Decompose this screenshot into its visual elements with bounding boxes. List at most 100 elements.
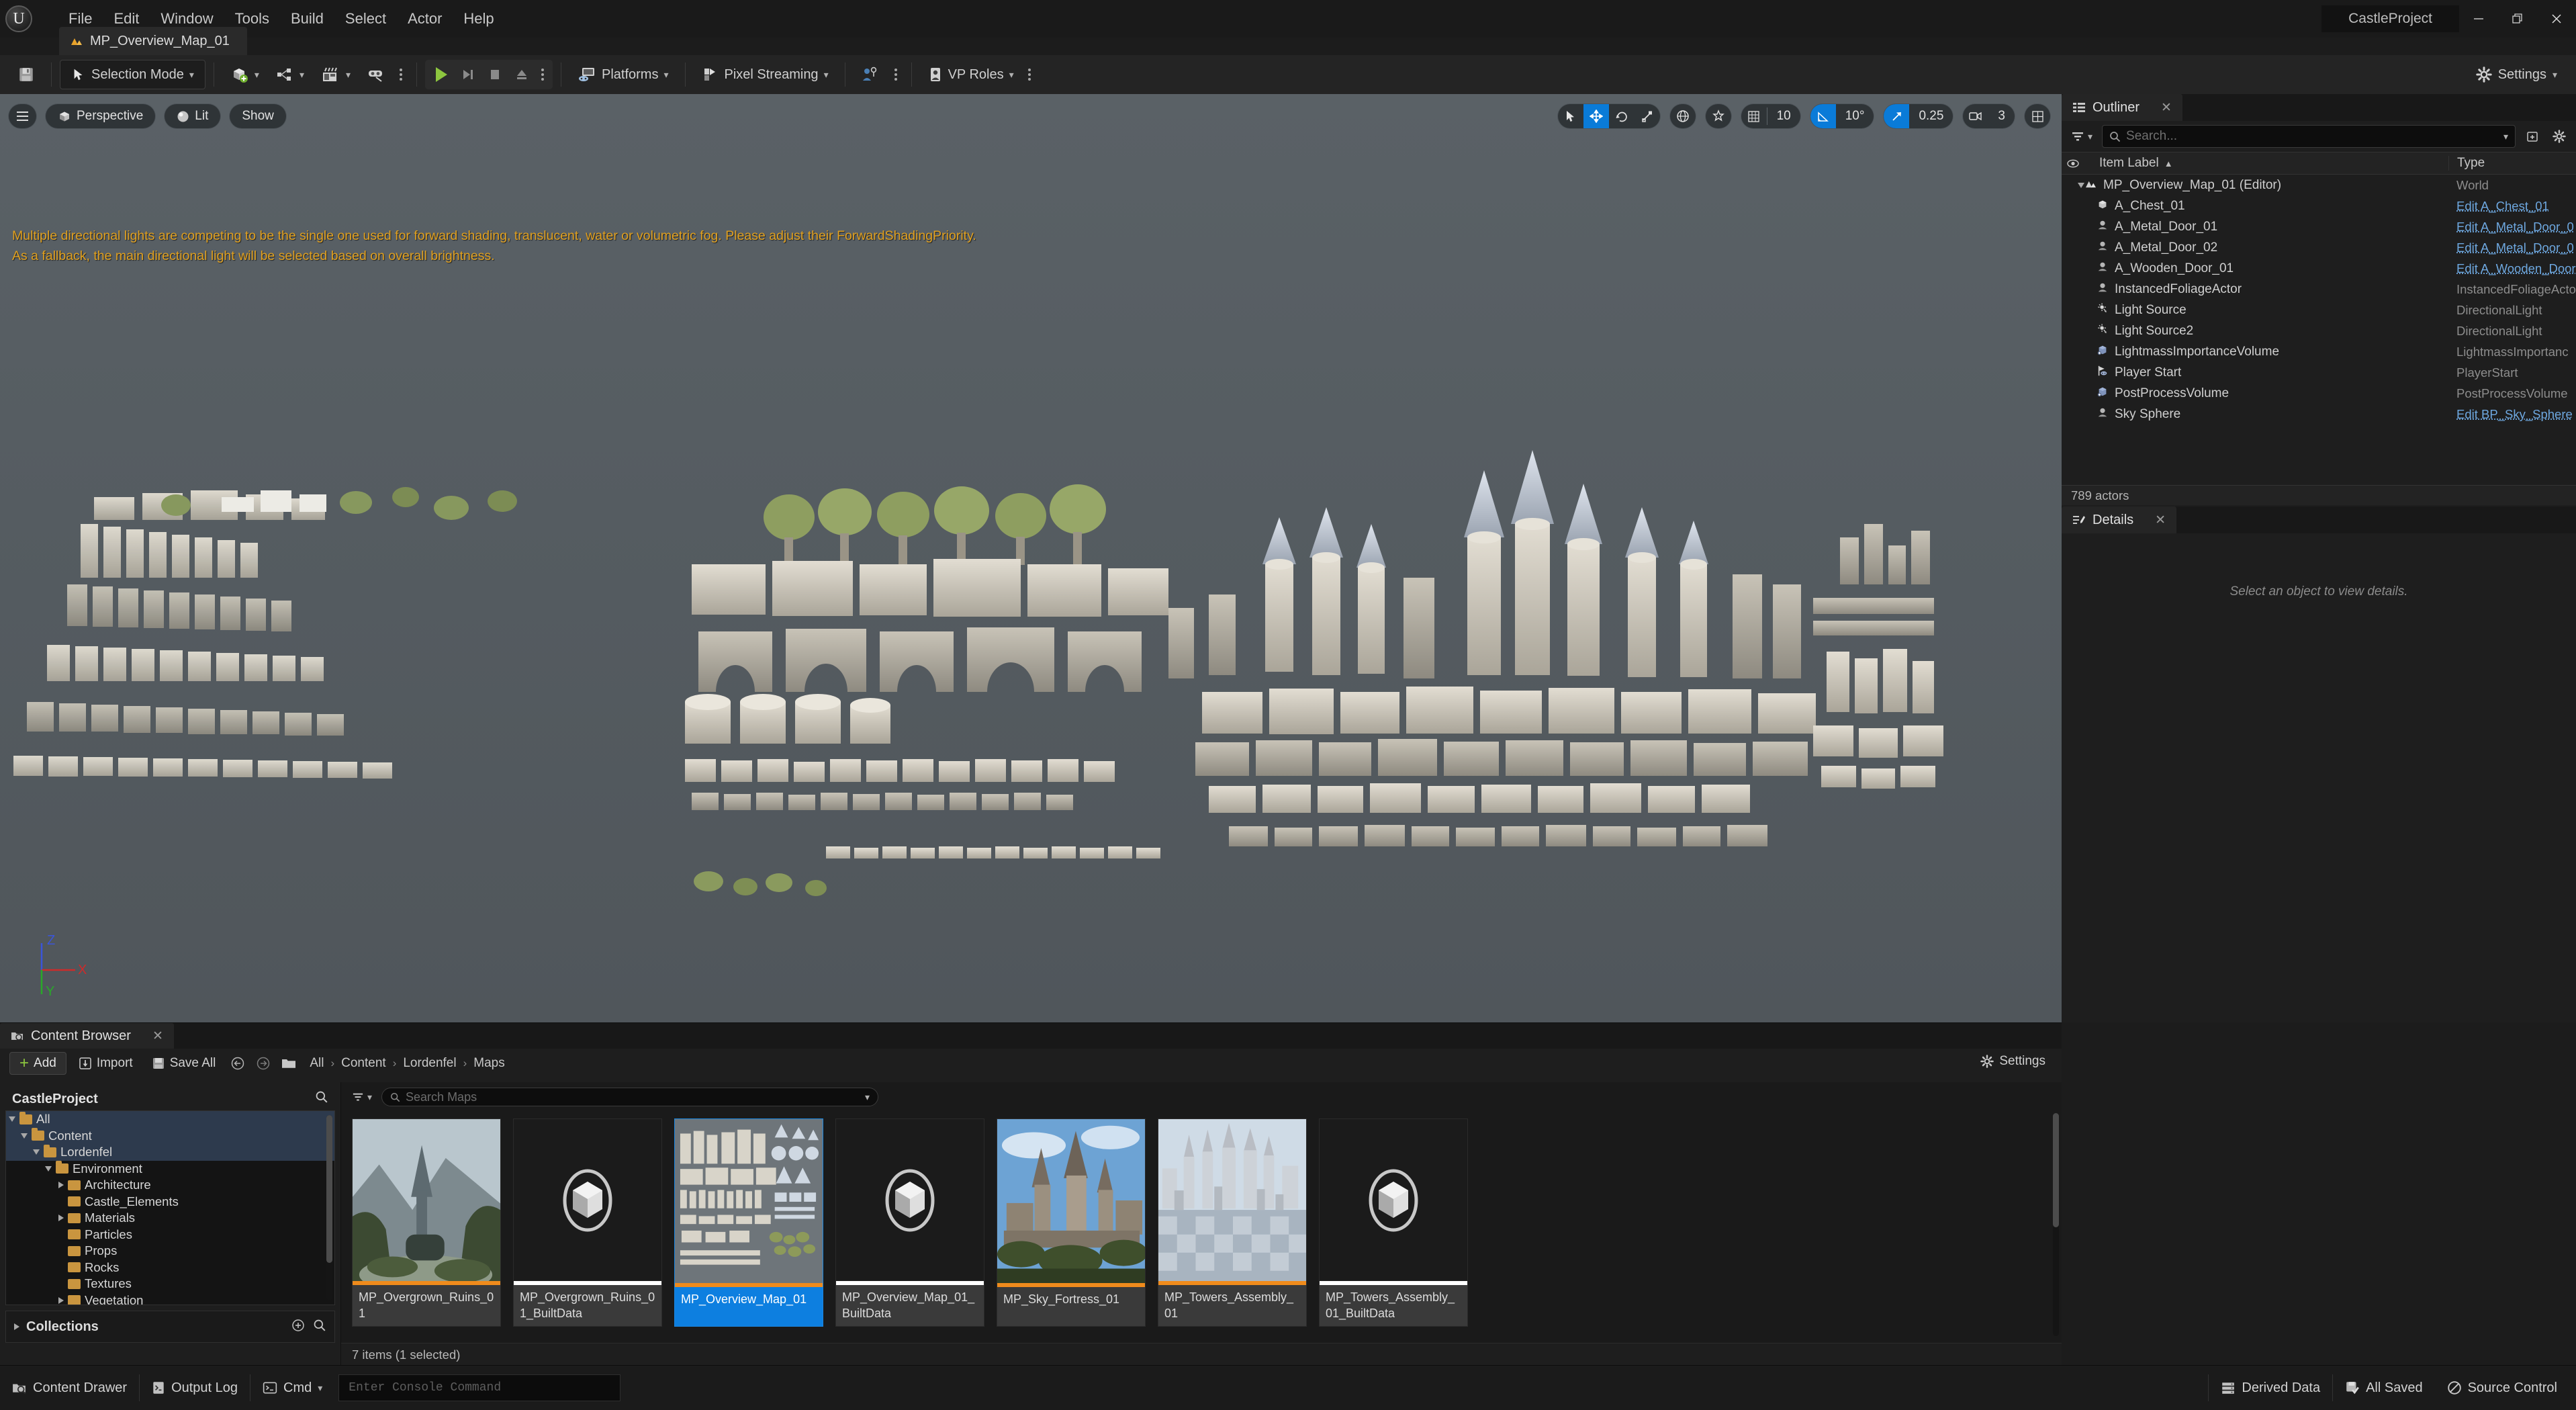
angle-snap-value[interactable]: 10°	[1836, 104, 1874, 128]
xr-mode-button[interactable]	[359, 60, 394, 89]
outliner-row-type[interactable]: Edit A_Wooden_Door	[2448, 261, 2576, 276]
platforms-button[interactable]: Platforms ▾	[569, 60, 677, 89]
camera-speed-button[interactable]	[1963, 104, 1988, 128]
scrollbar-thumb[interactable]	[326, 1115, 332, 1263]
skip-frame-button[interactable]	[455, 61, 481, 88]
outliner-row-a-metal-door-02[interactable]: A_Metal_Door_02 Edit A_Metal_Door_0	[2062, 237, 2576, 258]
outliner-row-postprocessvolume[interactable]: PostProcessVolume PostProcessVolume	[2062, 383, 2576, 404]
save-all-button[interactable]: Save All	[145, 1052, 223, 1075]
cmd-selector-button[interactable]: Cmd ▾	[250, 1372, 334, 1404]
outliner-row-instancedfoliageactor[interactable]: InstancedFoliageActor InstancedFoliageAct…	[2062, 279, 2576, 300]
outliner-row-type[interactable]: Edit A_Metal_Door_0	[2448, 240, 2576, 255]
asset-search-input[interactable]: Search Maps ▾	[381, 1088, 879, 1106]
breadcrumb-item-content[interactable]: Content	[336, 1053, 392, 1073]
stop-button[interactable]	[481, 61, 508, 88]
play-options-button[interactable]	[535, 69, 550, 81]
pixel-streaming-button[interactable]: Pixel Streaming ▾	[694, 60, 837, 89]
chevron-down-icon[interactable]	[33, 1149, 40, 1155]
world-coords-button[interactable]	[1670, 104, 1696, 128]
sources-scrollbar[interactable]	[326, 1115, 332, 1301]
folder-node-content[interactable]: Content	[6, 1127, 334, 1144]
asset-grid-scrollbar[interactable]	[2053, 1113, 2059, 1336]
import-button[interactable]: Import	[72, 1052, 140, 1075]
derived-data-button[interactable]: Derived Data	[2209, 1372, 2332, 1404]
close-icon[interactable]: ✕	[152, 1028, 163, 1044]
asset-card[interactable]: MP_Towers_Assembly_01_BuiltData	[1319, 1118, 1468, 1327]
output-log-button[interactable]: Output Log	[140, 1372, 250, 1404]
folder-node-lordenfel[interactable]: Lordenfel	[6, 1144, 334, 1161]
content-browser-settings-button[interactable]: Settings	[1974, 1051, 2052, 1072]
chevron-down-icon[interactable]: ▾	[2503, 131, 2508, 142]
outliner-row-mp-overview-map-01-editor[interactable]: MP_Overview_Map_01 (Editor) World	[2062, 175, 2576, 195]
multi-user-options-button[interactable]	[888, 69, 903, 81]
rotate-tool-button[interactable]	[1609, 104, 1635, 128]
path-folder-icon-button[interactable]	[279, 1053, 299, 1073]
outliner-row-type[interactable]: Edit A_Metal_Door_0	[2448, 220, 2576, 234]
folder-node-props[interactable]: Props	[6, 1243, 334, 1260]
outliner-settings-button[interactable]	[2549, 126, 2569, 146]
add-actor-button[interactable]: ▾	[222, 60, 267, 89]
grid-snap-toggle[interactable]	[1741, 104, 1767, 128]
navigate-back-button[interactable]	[228, 1053, 248, 1073]
toolbar-overflow-button[interactable]	[394, 69, 408, 81]
visibility-column-header[interactable]	[2062, 159, 2084, 168]
folder-node-materials[interactable]: Materials	[6, 1210, 334, 1227]
folder-node-particles[interactable]: Particles	[6, 1227, 334, 1243]
chevron-right-icon[interactable]	[58, 1296, 64, 1304]
vp-roles-button[interactable]: VP Roles ▾	[920, 60, 1022, 89]
asset-card[interactable]: MP_Overview_Map_01_BuiltData	[835, 1118, 984, 1327]
scale-snap-value[interactable]: 0.25	[1909, 104, 1953, 128]
source-control-button[interactable]: Source Control	[2435, 1372, 2569, 1404]
viewport-camera-type-button[interactable]: Perspective	[45, 103, 156, 129]
chevron-down-icon[interactable]	[2078, 182, 2084, 188]
type-column-header[interactable]: Type	[2448, 156, 2576, 171]
multi-user-button[interactable]	[854, 60, 888, 89]
folder-node-all[interactable]: All	[6, 1111, 334, 1128]
folder-node-castle-elements[interactable]: Castle_Elements	[6, 1194, 334, 1210]
chevron-right-icon[interactable]	[58, 1215, 64, 1222]
scale-tool-button[interactable]	[1635, 104, 1660, 128]
outliner-row-lightmassimportancevolume[interactable]: LightmassImportanceVolume LightmassImport…	[2062, 341, 2576, 362]
folder-node-environment[interactable]: Environment	[6, 1161, 334, 1178]
outliner-row-light-source[interactable]: Light Source DirectionalLight	[2062, 300, 2576, 320]
asset-card[interactable]: MP_Overview_Map_01	[674, 1118, 823, 1327]
viewport-layout-button[interactable]	[2025, 104, 2050, 128]
all-saved-button[interactable]: All Saved	[2333, 1372, 2435, 1404]
breadcrumb-item-lordenfel[interactable]: Lordenfel	[398, 1053, 461, 1073]
outliner-row-type[interactable]: Edit BP_Sky_Sphere	[2448, 407, 2576, 422]
asset-card[interactable]: MP_Sky_Fortress_01	[997, 1118, 1146, 1327]
navigate-forward-button[interactable]	[253, 1053, 273, 1073]
close-icon[interactable]: ✕	[2161, 100, 2172, 116]
grid-snap-value[interactable]: 10	[1767, 104, 1800, 128]
console-command-input[interactable]: Enter Console Command	[338, 1374, 621, 1401]
sources-tree[interactable]: All Content Lordenfel Environment Architectu…	[5, 1110, 335, 1305]
asset-card[interactable]: MP_Overgrown_Ruins_01	[352, 1118, 501, 1327]
cinematics-button[interactable]: ▾	[312, 60, 359, 89]
asset-card[interactable]: MP_Overgrown_Ruins_01_BuiltData	[513, 1118, 662, 1327]
search-collections-button[interactable]	[313, 1319, 326, 1335]
level-tab[interactable]: MP_Overview_Map_01	[59, 27, 247, 55]
outliner-row-sky-sphere[interactable]: Sky Sphere Edit BP_Sky_Sphere	[2062, 404, 2576, 425]
add-content-button[interactable]: + Add	[9, 1052, 66, 1075]
blueprints-button[interactable]: ▾	[267, 60, 312, 89]
viewport-show-menu-button[interactable]: Show	[229, 103, 287, 129]
save-current-level-button[interactable]	[9, 60, 43, 89]
chevron-down-icon[interactable]: ▾	[865, 1092, 870, 1103]
add-collection-button[interactable]	[291, 1319, 305, 1335]
chevron-down-icon[interactable]	[21, 1133, 28, 1139]
select-tool-button[interactable]	[1558, 104, 1583, 128]
outliner-row-type[interactable]: Edit A_Chest_01	[2448, 199, 2576, 214]
close-icon[interactable]: ✕	[2155, 513, 2166, 528]
content-drawer-button[interactable]: Content Drawer	[0, 1372, 139, 1404]
chevron-down-icon[interactable]	[45, 1165, 52, 1172]
outliner-row-a-chest-01[interactable]: A_Chest_01 Edit A_Chest_01	[2062, 195, 2576, 216]
toolbar-settings-button[interactable]: Settings ▾	[2468, 60, 2565, 89]
viewport-view-mode-button[interactable]: Lit	[164, 103, 222, 129]
angle-snap-toggle[interactable]	[1810, 104, 1836, 128]
vp-roles-options-button[interactable]	[1022, 69, 1037, 81]
folder-node-vegetation[interactable]: Vegetation	[6, 1292, 334, 1305]
translate-tool-button[interactable]	[1583, 104, 1609, 128]
selection-mode-button[interactable]: Selection Mode ▾	[60, 60, 205, 89]
folder-node-textures[interactable]: Textures	[6, 1276, 334, 1292]
viewport-options-button[interactable]	[8, 103, 37, 129]
